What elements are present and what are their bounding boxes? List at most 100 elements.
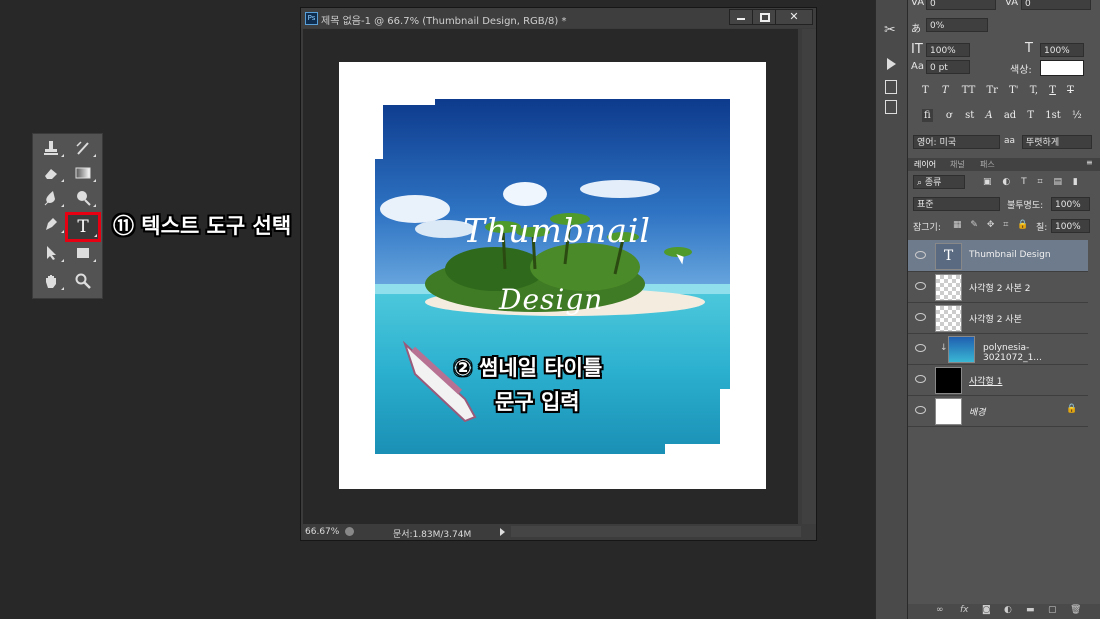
eye-icon[interactable] [915, 406, 926, 414]
status-info-icon[interactable] [345, 527, 354, 536]
layer-row[interactable]: 사각형 2 사본 [908, 302, 1088, 334]
layer-row[interactable]: 사각형 2 사본 2 [908, 271, 1088, 303]
layer-row[interactable]: 배경 🔒 [908, 395, 1088, 427]
layer-row[interactable]: T Thumbnail Design [908, 240, 1088, 272]
clone-stamp-tool[interactable] [37, 137, 65, 159]
opentype-fractions[interactable]: ½ [1072, 110, 1082, 121]
opentype-ordinals[interactable]: 1st [1045, 110, 1061, 121]
opacity-label: 불투명도: [1007, 201, 1044, 211]
canvas-area[interactable]: Thumbnail Design ② 썸네일 타이틀 문구 입력 [303, 29, 798, 525]
add-mask-icon[interactable]: ◙ [982, 605, 991, 615]
rectangle-tool[interactable] [69, 242, 97, 264]
delete-layer-icon[interactable]: 🗑 [1070, 605, 1081, 615]
opentype-swash[interactable]: A [985, 110, 992, 121]
filter-pixel-icon[interactable]: ▣ [983, 177, 992, 187]
tab-layers[interactable]: 레이어 [914, 159, 936, 170]
lock-artboard-icon[interactable]: ⌗ [1003, 220, 1008, 230]
rectangle-icon [77, 248, 89, 258]
vertical-scrollbar[interactable] [802, 29, 816, 525]
baseline-shift-field[interactable]: 0 pt [926, 60, 970, 74]
text-color-swatch[interactable] [1040, 60, 1084, 76]
path-selection-tool[interactable] [37, 242, 65, 264]
document-titlebar[interactable]: Ps 제목 없음-1 @ 66.7% (Thumbnail Design, RG… [301, 8, 816, 28]
eye-icon[interactable] [915, 313, 926, 321]
layer-row[interactable]: 사각형 1 [908, 364, 1088, 396]
lock-transparent-icon[interactable]: ▦ [953, 220, 962, 230]
play-icon[interactable] [887, 58, 896, 70]
filter-type-icon[interactable]: T [1021, 177, 1027, 187]
zoom-level[interactable]: 66.67% [305, 527, 339, 537]
zoom-tool[interactable] [69, 270, 97, 292]
clipboard-icon[interactable] [885, 80, 897, 94]
eye-icon[interactable] [915, 282, 926, 290]
antialias-select[interactable]: 뚜렷하게 [1022, 135, 1092, 149]
eye-icon[interactable] [915, 251, 926, 259]
language-select[interactable]: 영어: 미국 [913, 135, 1000, 149]
history-brush-icon [76, 141, 89, 155]
canvas-subtitle-text[interactable]: Design [499, 283, 603, 316]
eraser-tool[interactable] [37, 162, 65, 184]
minimize-button[interactable] [729, 9, 753, 25]
layer-row[interactable]: ↓ polynesia-3021072_1... [908, 333, 1088, 365]
type-style-underline[interactable]: T [1049, 85, 1056, 96]
horizontal-scale-field[interactable]: 100% [1040, 43, 1084, 57]
tab-channels[interactable]: 채널 [950, 159, 965, 170]
opacity-field[interactable]: 100% [1051, 197, 1090, 211]
maximize-button[interactable] [752, 9, 776, 25]
type-style-faux-italic[interactable]: T [942, 85, 949, 96]
document-canvas[interactable]: Thumbnail Design [339, 62, 766, 489]
adjustment-layer-icon[interactable]: ◐ [1004, 605, 1012, 615]
gradient-tool[interactable] [69, 162, 97, 184]
opentype-ligatures[interactable]: fi [922, 109, 933, 122]
horizontal-scrollbar[interactable] [511, 526, 801, 537]
opentype-titling[interactable]: T [1027, 110, 1034, 121]
lock-all-icon[interactable]: 🔒 [1017, 220, 1028, 230]
eye-icon[interactable] [915, 344, 926, 352]
status-menu-arrow-icon[interactable] [500, 528, 505, 536]
blend-mode-select[interactable]: 표준 [913, 197, 1000, 211]
clipping-arrow-icon: ↓ [940, 343, 948, 353]
filter-shape-icon[interactable]: ⌗ [1038, 177, 1043, 187]
history-brush-tool[interactable] [69, 137, 97, 159]
kerning-field[interactable]: 0 [926, 0, 996, 10]
opentype-stylistic[interactable]: ad [1004, 110, 1016, 121]
panel-menu-icon[interactable]: ≡ [1086, 158, 1093, 167]
type-style-small-caps[interactable]: Tr [986, 85, 997, 96]
right-panel: VA 0 VA 0 あ 0% IT 100% T 100% Aa 0 pt 색상… [907, 0, 1100, 619]
filter-adjustment-icon[interactable]: ◐ [1002, 177, 1010, 187]
pen-tool[interactable] [37, 213, 65, 235]
scissors-icon[interactable]: ✂ [884, 22, 896, 38]
tracking-va-field[interactable]: 0 [1021, 0, 1091, 10]
type-style-strikethrough[interactable]: T [1067, 85, 1074, 96]
lock-position-icon[interactable]: ✥ [987, 220, 995, 230]
eye-icon[interactable] [915, 375, 926, 383]
layer-style-icon[interactable]: fx [960, 605, 969, 615]
opentype-st[interactable]: st [965, 110, 974, 121]
blur-tool[interactable] [37, 187, 65, 209]
link-layers-icon[interactable]: ∞ [936, 605, 944, 615]
settings-sliders-icon[interactable] [885, 100, 897, 114]
tab-paths[interactable]: 패스 [980, 159, 995, 170]
canvas-title-text[interactable]: Thumbnail [463, 211, 651, 250]
filter-smartobject-icon[interactable]: ▤ [1053, 177, 1062, 187]
dodge-tool[interactable] [69, 187, 97, 209]
filter-toggle-icon[interactable]: ▮ [1073, 177, 1078, 187]
layer-filter-select[interactable]: ⌕ 종류 [913, 175, 965, 189]
opentype-discretionary[interactable]: ơ [946, 110, 952, 121]
tracking-field[interactable]: 0% [926, 18, 988, 32]
new-layer-icon[interactable]: ▢ [1048, 605, 1057, 615]
type-style-subscript[interactable]: T, [1030, 85, 1038, 96]
text-tool[interactable]: T [65, 212, 101, 242]
type-style-superscript[interactable]: T' [1009, 85, 1018, 96]
close-button[interactable]: ✕ [775, 9, 813, 25]
lock-label: 잠그기: [913, 223, 941, 233]
type-style-all-caps[interactable]: TT [962, 85, 976, 96]
vertical-scale-field[interactable]: 100% [926, 43, 970, 57]
fill-field[interactable]: 100% [1051, 219, 1090, 233]
type-style-faux-bold[interactable]: T [922, 85, 929, 96]
lock-image-icon[interactable]: ✎ [970, 220, 978, 230]
background-layer-thumb [935, 398, 962, 425]
new-group-icon[interactable]: ▬ [1026, 605, 1035, 615]
hand-tool[interactable] [37, 270, 65, 292]
document-title: 제목 없음-1 @ 66.7% (Thumbnail Design, RGB/8… [321, 16, 567, 27]
